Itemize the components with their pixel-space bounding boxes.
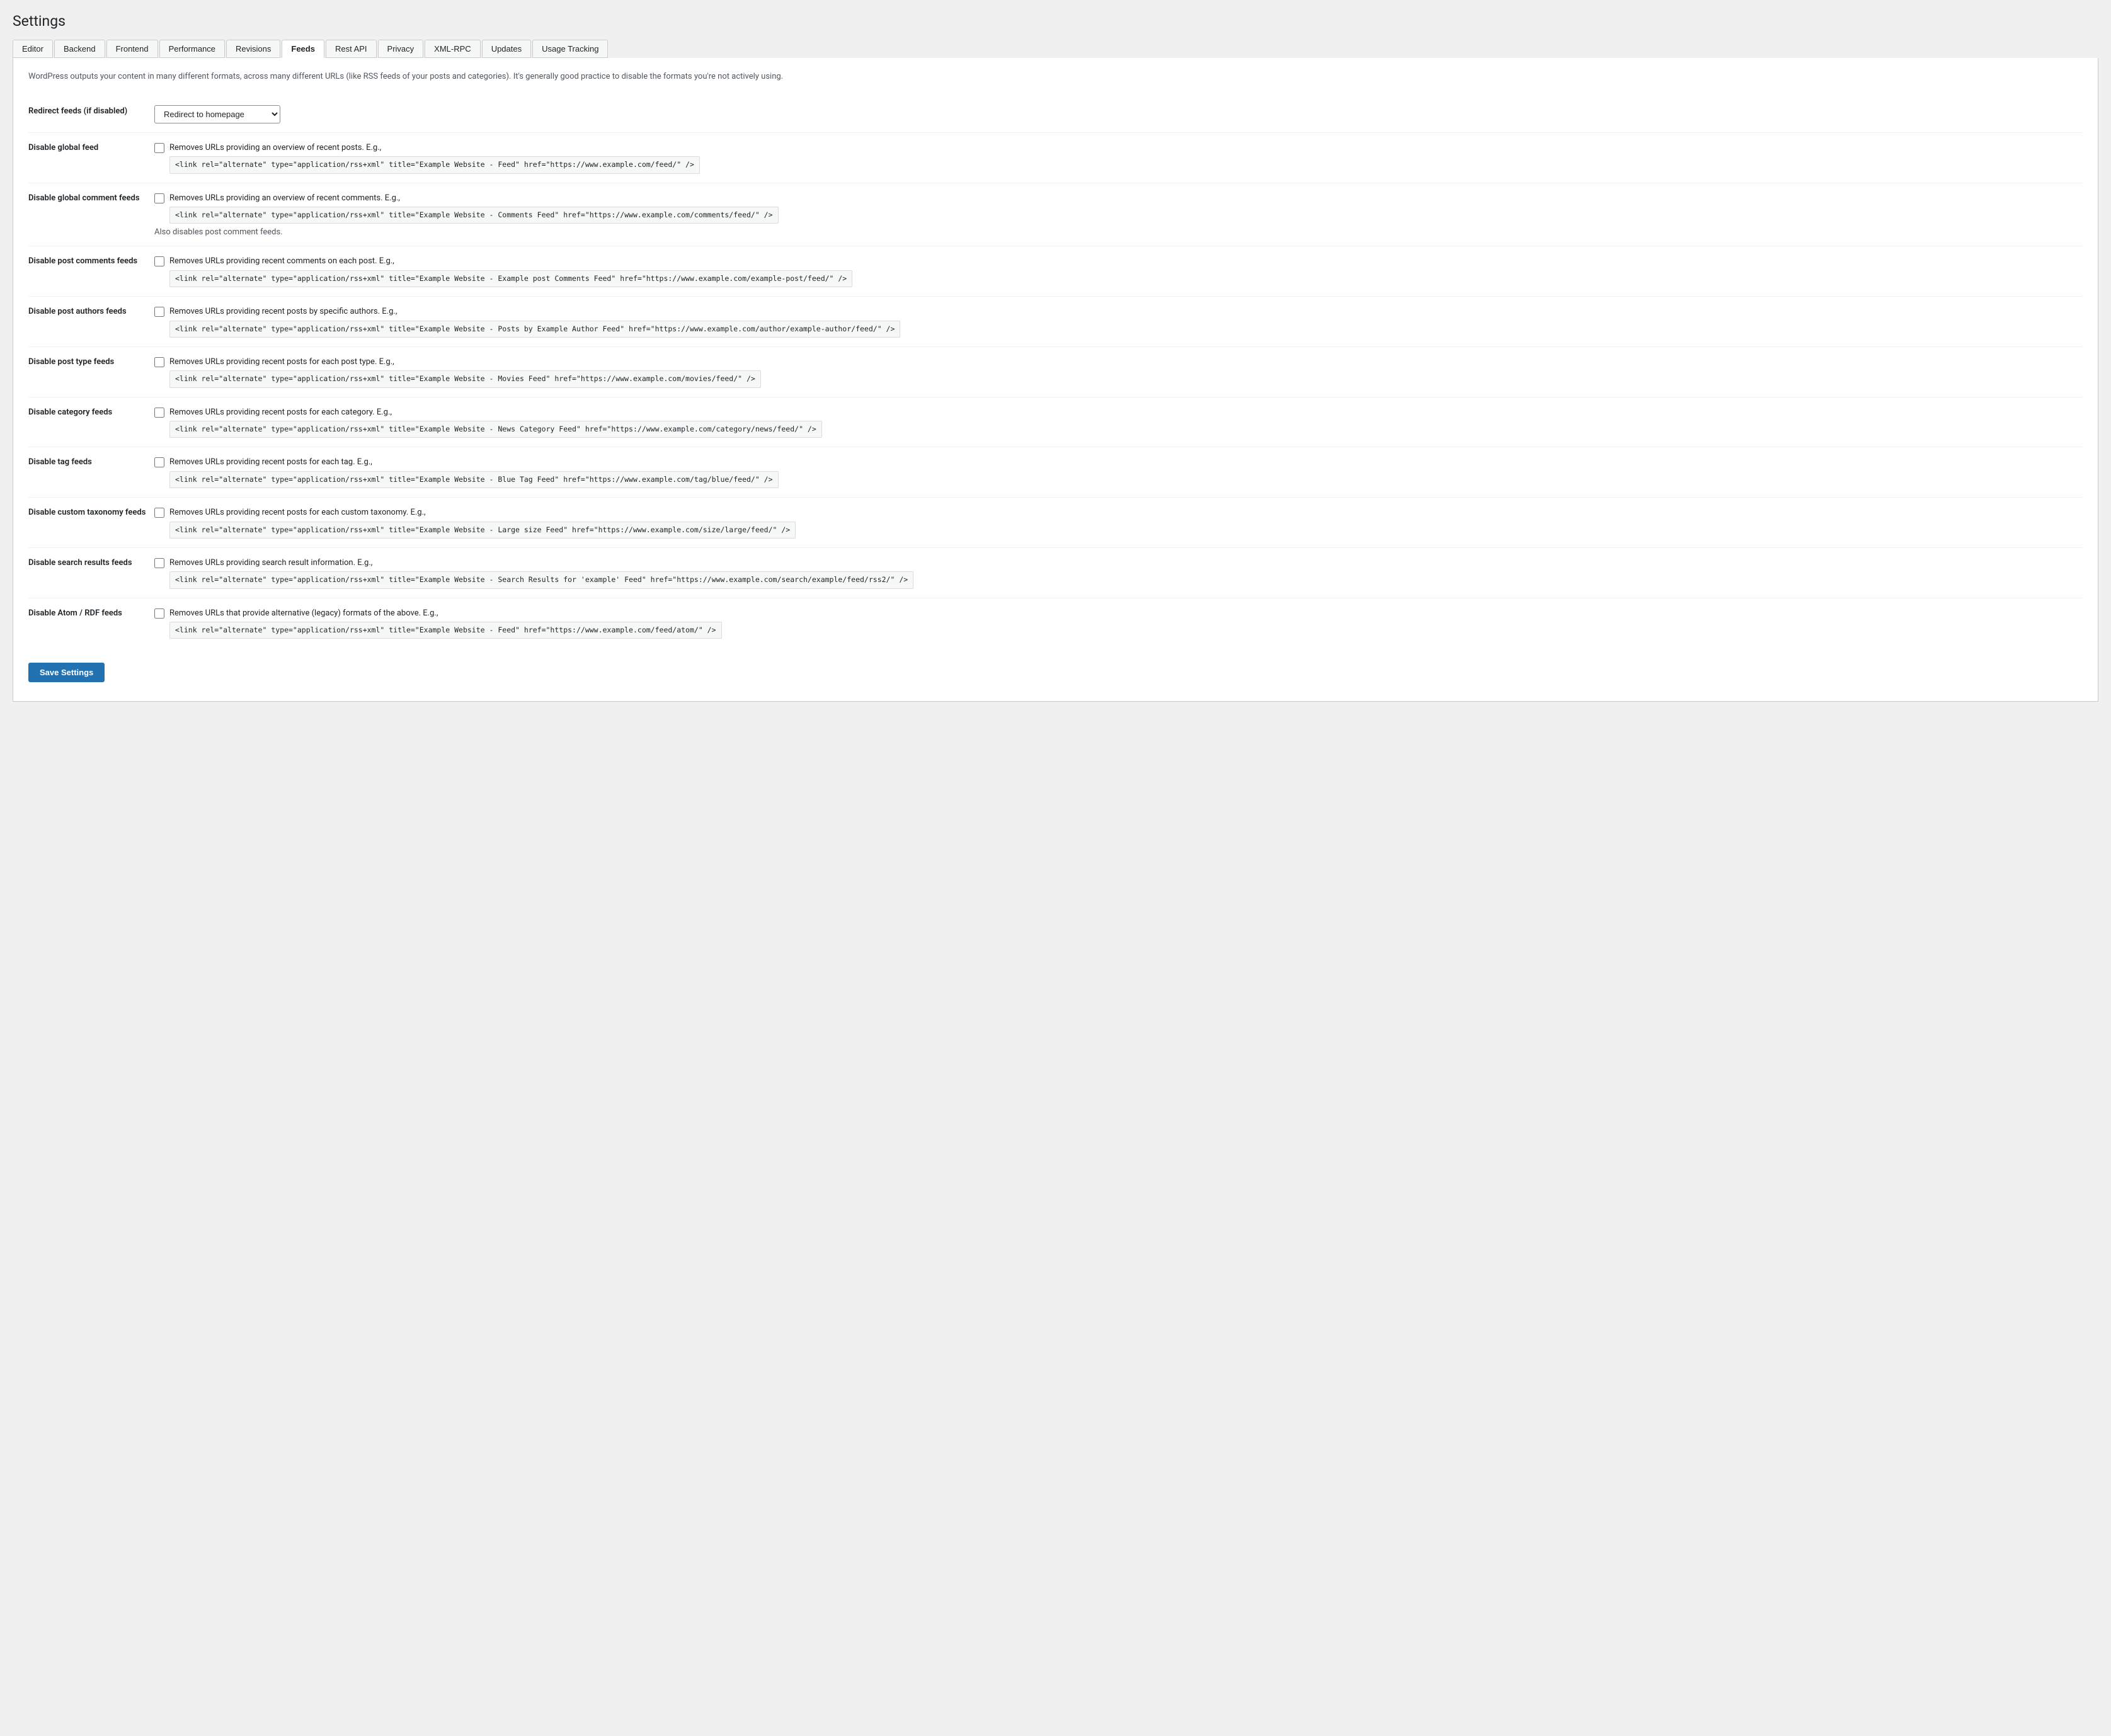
also-note-disable-global-comment-feeds: Also disables post comment feeds. [154, 227, 2083, 237]
desc-disable-tag-feeds: Removes URLs providing recent posts for … [169, 456, 779, 488]
code-disable-tag-feeds: <link rel="alternate" type="application/… [169, 471, 779, 488]
description-text: WordPress outputs your content in many d… [28, 71, 2083, 84]
desc-disable-global-feed: Removes URLs providing an overview of re… [169, 142, 700, 174]
label-disable-category-feeds: Disable category feeds [28, 397, 154, 447]
redirect-control: Redirect to homepageReturn 404 error [154, 96, 2083, 133]
checkbox-disable-global-comment-feeds[interactable] [154, 193, 164, 203]
checkbox-disable-post-comments-feeds[interactable] [154, 256, 164, 266]
label-disable-post-type-feeds: Disable post type feeds [28, 346, 154, 397]
row-disable-atom-rdf-feeds: Disable Atom / RDF feeds Removes URLs tha… [28, 598, 2083, 648]
tab-revisions[interactable]: Revisions [226, 40, 280, 58]
checkbox-disable-search-results-feeds[interactable] [154, 558, 164, 568]
content-area: WordPress outputs your content in many d… [13, 58, 2098, 702]
redirect-select[interactable]: Redirect to homepageReturn 404 error [154, 105, 280, 123]
save-settings-button[interactable]: Save Settings [28, 663, 105, 682]
control-disable-post-type-feeds: Removes URLs providing recent posts for … [154, 346, 2083, 397]
label-disable-global-feed: Disable global feed [28, 132, 154, 183]
redirect-label: Redirect feeds (if disabled) [28, 96, 154, 133]
row-disable-global-feed: Disable global feed Removes URLs providin… [28, 132, 2083, 183]
control-disable-search-results-feeds: Removes URLs providing search result inf… [154, 547, 2083, 598]
label-disable-tag-feeds: Disable tag feeds [28, 447, 154, 498]
control-disable-category-feeds: Removes URLs providing recent posts for … [154, 397, 2083, 447]
desc-disable-post-type-feeds: Removes URLs providing recent posts for … [169, 356, 761, 388]
control-disable-post-authors-feeds: Removes URLs providing recent posts by s… [154, 297, 2083, 347]
tab-xml-rpc[interactable]: XML-RPC [425, 40, 481, 58]
desc-disable-category-feeds: Removes URLs providing recent posts for … [169, 406, 822, 438]
code-disable-custom-taxonomy-feeds: <link rel="alternate" type="application/… [169, 522, 796, 539]
tab-backend[interactable]: Backend [54, 40, 105, 58]
code-disable-post-type-feeds: <link rel="alternate" type="application/… [169, 370, 761, 387]
desc-disable-atom-rdf-feeds: Removes URLs that provide alternative (l… [169, 607, 722, 639]
tab-feeds[interactable]: Feeds [282, 40, 324, 58]
desc-disable-post-comments-feeds: Removes URLs providing recent comments o… [169, 255, 852, 287]
control-disable-global-comment-feeds: Removes URLs providing an overview of re… [154, 183, 2083, 246]
tab-updates[interactable]: Updates [482, 40, 531, 58]
checkbox-disable-custom-taxonomy-feeds[interactable] [154, 508, 164, 518]
tab-rest-api[interactable]: Rest API [326, 40, 377, 58]
label-disable-post-comments-feeds: Disable post comments feeds [28, 246, 154, 297]
label-disable-custom-taxonomy-feeds: Disable custom taxonomy feeds [28, 498, 154, 548]
desc-disable-post-authors-feeds: Removes URLs providing recent posts by s… [169, 306, 900, 338]
code-disable-global-feed: <link rel="alternate" type="application/… [169, 156, 700, 173]
row-disable-global-comment-feeds: Disable global comment feeds Removes URLs… [28, 183, 2083, 246]
code-disable-search-results-feeds: <link rel="alternate" type="application/… [169, 571, 913, 588]
label-disable-post-authors-feeds: Disable post authors feeds [28, 297, 154, 347]
code-disable-atom-rdf-feeds: <link rel="alternate" type="application/… [169, 622, 722, 639]
label-disable-atom-rdf-feeds: Disable Atom / RDF feeds [28, 598, 154, 648]
code-disable-category-feeds: <link rel="alternate" type="application/… [169, 421, 822, 438]
row-disable-tag-feeds: Disable tag feeds Removes URLs providing … [28, 447, 2083, 498]
tab-usage-tracking[interactable]: Usage Tracking [532, 40, 608, 58]
control-disable-custom-taxonomy-feeds: Removes URLs providing recent posts for … [154, 498, 2083, 548]
settings-table: Redirect feeds (if disabled) Redirect to… [28, 96, 2083, 648]
control-disable-global-feed: Removes URLs providing an overview of re… [154, 132, 2083, 183]
tab-editor[interactable]: Editor [13, 40, 53, 58]
checkbox-disable-post-type-feeds[interactable] [154, 357, 164, 367]
row-disable-search-results-feeds: Disable search results feeds Removes URLs… [28, 547, 2083, 598]
code-disable-post-comments-feeds: <link rel="alternate" type="application/… [169, 270, 852, 287]
desc-disable-global-comment-feeds: Removes URLs providing an overview of re… [169, 192, 779, 224]
row-disable-post-comments-feeds: Disable post comments feeds Removes URLs … [28, 246, 2083, 297]
control-disable-atom-rdf-feeds: Removes URLs that provide alternative (l… [154, 598, 2083, 648]
checkbox-disable-category-feeds[interactable] [154, 408, 164, 418]
label-disable-search-results-feeds: Disable search results feeds [28, 547, 154, 598]
control-disable-tag-feeds: Removes URLs providing recent posts for … [154, 447, 2083, 498]
code-disable-global-comment-feeds: <link rel="alternate" type="application/… [169, 207, 779, 224]
checkbox-disable-atom-rdf-feeds[interactable] [154, 608, 164, 619]
code-disable-post-authors-feeds: <link rel="alternate" type="application/… [169, 321, 900, 338]
row-disable-post-authors-feeds: Disable post authors feeds Removes URLs p… [28, 297, 2083, 347]
desc-disable-search-results-feeds: Removes URLs providing search result inf… [169, 557, 913, 589]
checkbox-disable-post-authors-feeds[interactable] [154, 307, 164, 317]
checkbox-disable-global-feed[interactable] [154, 143, 164, 153]
row-disable-post-type-feeds: Disable post type feeds Removes URLs prov… [28, 346, 2083, 397]
label-disable-global-comment-feeds: Disable global comment feeds [28, 183, 154, 246]
redirect-row: Redirect feeds (if disabled) Redirect to… [28, 96, 2083, 133]
tab-frontend[interactable]: Frontend [106, 40, 158, 58]
tab-privacy[interactable]: Privacy [378, 40, 424, 58]
control-disable-post-comments-feeds: Removes URLs providing recent comments o… [154, 246, 2083, 297]
page-title: Settings [13, 13, 2098, 30]
tabs-bar: EditorBackendFrontendPerformanceRevision… [13, 40, 2098, 58]
desc-disable-custom-taxonomy-feeds: Removes URLs providing recent posts for … [169, 506, 796, 539]
row-disable-category-feeds: Disable category feeds Removes URLs provi… [28, 397, 2083, 447]
checkbox-disable-tag-feeds[interactable] [154, 457, 164, 467]
tab-performance[interactable]: Performance [159, 40, 225, 58]
row-disable-custom-taxonomy-feeds: Disable custom taxonomy feeds Removes URL… [28, 498, 2083, 548]
